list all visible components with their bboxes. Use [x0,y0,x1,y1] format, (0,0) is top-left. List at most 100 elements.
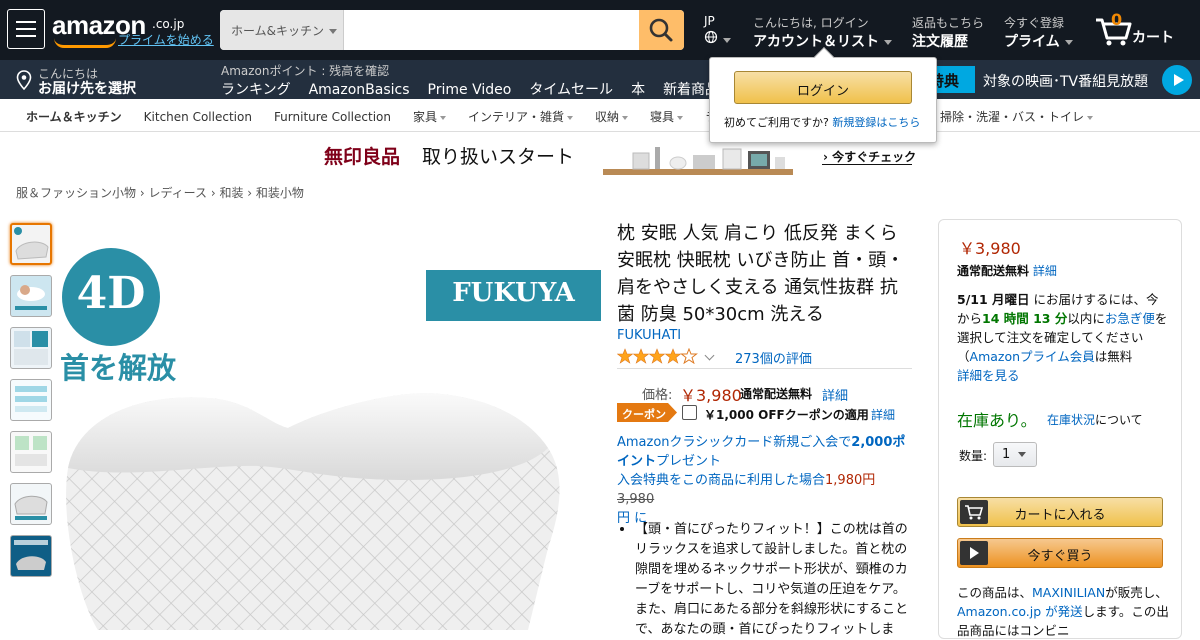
card-offer-price: 1,980円 [825,473,876,488]
product-title: 枕 安眠 人気 肩こり 低反発 まくら 安眠枕 快眠枕 いびき防止 首・頭・肩を… [617,223,905,325]
category-label: インテリア・雑貨 [468,110,565,124]
subnav-links: ランキング AmazonBasics Prime Video タイムセール本新着商品 [221,79,719,99]
category-links: ホーム＆キッチン Kitchen Collection Furniture Coll… [26,108,729,125]
delivery-text: 以内に [1067,311,1105,326]
returns-label: 返品もこちら [912,16,985,30]
banner-cta[interactable]: › 今すぐチェック [823,148,916,165]
subnav-link-prime-video[interactable]: Prime Video [428,82,512,98]
signup-link[interactable]: 新規登録はこちら [832,116,920,129]
chevron-down-icon [622,115,629,120]
cart-icon [960,500,988,524]
subnav-link-books[interactable]: 本 [631,82,645,98]
hamburger-menu-button[interactable] [7,9,45,49]
prime-start-link[interactable]: プライムを始める [118,31,214,48]
category-nav: ホーム＆キッチン Kitchen Collection Furniture Coll… [0,99,1200,132]
muji-banner[interactable]: 無印良品 取り扱いスタート › 今すぐチェック [318,139,923,177]
points-balance-link[interactable]: Amazonポイント : 残高を確認 [221,62,389,79]
chevron-down-icon [567,115,574,120]
add-to-cart-button[interactable]: カートに入れる [957,497,1163,527]
see-more-link[interactable]: 詳細を見る [957,368,1020,383]
subnav-link-ranking[interactable]: ランキング [221,82,291,98]
chevron-down-icon[interactable] [704,350,715,361]
breadcrumb: 服＆ファッション小物 › レディース › 和装 › 和装小物 [16,186,304,200]
breadcrumb-item[interactable]: 和装小物 [256,186,304,200]
feature-bullet: 【頭・首にぴったりフィット！】この枕は首のリラックスを追求して設計しました。首と… [635,522,909,637]
thumbnail-3[interactable] [10,327,52,369]
chevron-down-icon [677,115,684,120]
prime-menu[interactable]: 今すぐ登録 プライム [1004,14,1073,51]
cart-button[interactable]: 0 カート [1094,10,1184,50]
category-home-kitchen[interactable]: ホーム＆キッチン [26,110,122,124]
coupon-detail-link[interactable]: 詳細 [871,406,895,423]
category-furniture[interactable]: 家具 [413,110,446,124]
breadcrumb-item[interactable]: 和装 [219,186,243,200]
seller-text: この商品は、 [957,585,1033,600]
category-interior[interactable]: インテリア・雑貨 [468,110,574,124]
buy-now-button[interactable]: 今すぐ買う [957,538,1163,568]
coupon-text: ￥1,000 OFFクーポンの適用 [704,408,869,422]
buybox-price: ￥3,980 [959,239,1021,258]
login-button-label: ログイン [796,84,849,99]
thumbnail-5[interactable] [10,431,52,473]
rush-delivery-link[interactable]: お急ぎ便 [1105,311,1155,326]
4d-badge-text: 4D [76,268,146,319]
search-input[interactable] [344,10,639,50]
thumbnail-1[interactable] [10,223,52,265]
category-furniture-collection[interactable]: Furniture Collection [274,110,391,124]
chevron-down-icon [440,115,446,120]
category-bedding[interactable]: 寝具 [650,110,684,124]
first-time-text: 初めてご利用ですか? [724,116,829,129]
brand-link[interactable]: FUKUHATI [617,328,681,343]
shipping-detail-link[interactable]: 詳細 [822,385,848,404]
cart-label: カート [1132,30,1174,46]
subnav-link-timesale[interactable]: タイムセール [529,82,613,98]
promo-text: 対象の映画･TV番組見放題 [983,74,1149,90]
category-cleaning[interactable]: 掃除・洗濯・バス・トイレ [940,108,1094,125]
deliver-to-button[interactable]: こんにちは お届け先を選択 [0,60,215,99]
delivery-text: は無料 [1094,349,1133,364]
account-menu[interactable]: こんにちは, ログイン アカウント＆リスト [753,14,892,51]
add-to-cart-label: カートに入れる [1014,508,1106,523]
product-price: ￥3,980 [680,386,742,405]
delivery-date: 5/11 月曜日 [957,292,1030,307]
orders-link[interactable]: 返品もこちら 注文履歴 [912,14,984,51]
search-category-select[interactable]: ホーム&キッチン [220,10,344,50]
delivery-countdown: 14 時間 13 分 [982,311,1068,326]
seller-info: この商品は、MAXINILIANが販売し、 Amazon.co.jp が発送します… [957,583,1169,640]
quantity-select[interactable]: 1 [993,442,1037,467]
main-product-image[interactable]: 4D 首を解放 FUKUYA [58,218,606,630]
category-label: 収納 [595,110,620,124]
prime-signup-label: 今すぐ登録 [1004,16,1065,30]
account-popup: ログイン 初めてご利用ですか? 新規登録はこちら [709,47,937,143]
search-bar: ホーム&キッチン [220,10,684,50]
shipper-link[interactable]: Amazon.co.jp が発送 [957,604,1083,619]
chevron-down-icon [1018,452,1027,457]
subnav-link-amazonbasics[interactable]: AmazonBasics [309,82,410,98]
divider [617,368,912,369]
thumbnail-7[interactable] [10,535,52,577]
breadcrumb-item[interactable]: 服＆ファッション小物 [16,186,136,200]
prime-member-link[interactable]: Amazonプライム会員 [970,349,1095,364]
language-selector[interactable]: JP [704,14,731,48]
seller-link[interactable]: MAXINILIAN [1032,585,1105,600]
category-storage[interactable]: 収納 [595,110,629,124]
thumbnail-2[interactable] [10,275,52,317]
login-button[interactable]: ログイン [734,71,912,104]
card-offer-text: Amazonクラシックカード新規ご入会で [617,435,852,450]
star-rating[interactable] [616,347,699,368]
banner-text: 取り扱いスタート [422,146,575,168]
card-offer[interactable]: Amazonクラシックカード新規ご入会で2,000ポイントプレゼント 入会特典をこ… [617,433,912,528]
breadcrumb-item[interactable]: レディース [148,186,207,200]
category-kitchen-collection[interactable]: Kitchen Collection [144,110,252,124]
review-count-link[interactable]: 273個の評価 [735,348,812,367]
card-offer-old-price: 3,980 [617,492,655,507]
stock-link[interactable]: 在庫状況 [1047,413,1095,427]
thumbnail-4[interactable] [10,379,52,421]
search-button[interactable] [639,10,684,50]
logo-suffix: .co.jp [152,17,185,31]
buybox-detail-link[interactable]: 詳細 [1033,264,1057,278]
thumbnail-6[interactable] [10,483,52,525]
coupon-checkbox[interactable] [682,405,697,420]
promo-banner[interactable]: 特典 対象の映画･TV番組見放題 [925,60,1200,99]
chevron-down-icon [1064,39,1073,45]
